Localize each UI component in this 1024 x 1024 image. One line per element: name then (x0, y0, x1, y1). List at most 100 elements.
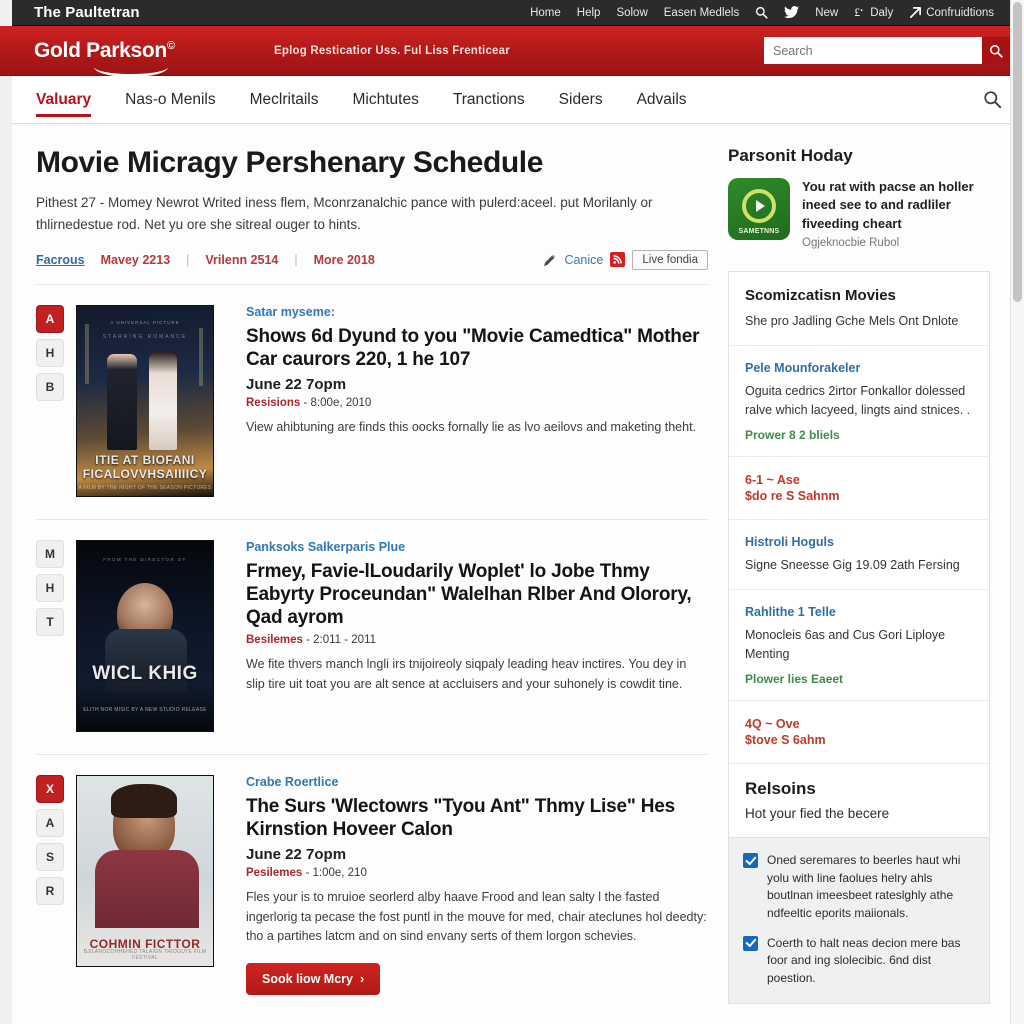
article-showtime: June 22 7opm (246, 845, 347, 863)
brand-tagline: Eplog Resticatior Uss. Ful Liss Frentice… (274, 44, 510, 57)
movie-poster-thumbnail[interactable]: FROM THE DIRECTOR OF WICL KHIG ELITH NOR… (76, 539, 214, 732)
badge-item[interactable]: X (36, 774, 64, 803)
badge-item[interactable]: M (36, 539, 64, 568)
article-body: Crabe Roertlice The Surs 'Wlectowrs "Tyo… (246, 775, 708, 996)
page-lede: Pithest 27 - Momey Newrot Writed iness f… (36, 194, 653, 232)
topbar-link-new[interactable]: New (815, 7, 838, 19)
nav-item-advails[interactable]: Advails (637, 76, 687, 124)
sidebar-footer-text: Hot your fied the becere (745, 806, 890, 822)
nav-item-meclritails[interactable]: Meclritails (250, 76, 319, 124)
sidebar-footer: Relsoins Hot your fied the becere (729, 764, 989, 837)
article-kicker[interactable]: Crabe Roertlice (246, 775, 708, 789)
page-root: The Paultetran Home Help Solow Easen Med… (0, 0, 1024, 1024)
article-title[interactable]: Shows 6d Dyund to you "Movie Camedtica" … (246, 325, 708, 371)
sidebar-block-link[interactable]: Rahlithe 1 Telle (745, 605, 973, 619)
search-submit-button[interactable] (982, 37, 1010, 64)
nav-item-michtutes[interactable]: Michtutes (353, 76, 419, 124)
promo-subtext: Ogjeknocbie Rubol (802, 237, 900, 250)
topbar-item-daly[interactable]: £ • Daly (854, 6, 894, 20)
live-feed-button[interactable]: Live fondia (632, 249, 708, 270)
article-title[interactable]: Frmey, Favie-lLoudarily Woplet' lo Jobe … (246, 560, 708, 630)
nav-search-icon[interactable] (983, 90, 1002, 109)
sidebar-block-link[interactable]: Pele Mounforakeler (745, 361, 973, 375)
badge-item[interactable]: A (36, 808, 64, 837)
badge-column: A H B (36, 304, 76, 497)
sidebar-block: Pele Mounforakeler Oguita cedrics 2irtor… (729, 346, 989, 457)
left-gutter (0, 0, 12, 1024)
show-more-button[interactable]: Sook liow Mcry › (246, 963, 381, 996)
article-row[interactable]: X A S R COHMIN FICTTOR BJ/LANOCOHHEHED T… (36, 753, 708, 1018)
show-more-label: Sook liow Mcry (262, 972, 353, 987)
article-row[interactable]: M H T FROM THE DIRECTOR OF WICL KHIG ELI… (36, 518, 708, 754)
article-description: Fles your is to mruioe seorlerd alby haa… (246, 889, 707, 944)
article-row[interactable]: A H B A UNIVERSAL PICTURE STARRING ROMAN… (36, 283, 708, 519)
badge-item[interactable]: A (36, 304, 64, 333)
topbar-link-help[interactable]: Help (577, 7, 601, 19)
promo-block[interactable]: SAMETNNS You rat with pacse an holler in… (728, 178, 990, 249)
article-description: View ahibtuning are finds this oocks for… (246, 419, 697, 434)
article-kicker[interactable]: Panksoks Salkerparis Plue (246, 540, 708, 554)
badge-item[interactable]: H (36, 573, 64, 602)
badge-item[interactable]: R (36, 876, 64, 905)
meta-link-more[interactable]: More 2018 (314, 253, 375, 267)
meta-link-vrilenn[interactable]: Vrilenn 2514 (205, 253, 278, 267)
checkbox-checked-icon[interactable] (743, 853, 758, 869)
article-subline-value: - 1:00e, 210 (305, 866, 367, 879)
topbar-link-home[interactable]: Home (530, 7, 561, 19)
sidebar-block-status: Prower 8 2 bliels (745, 427, 840, 442)
article-body: Panksoks Salkerparis Plue Frmey, Favie-l… (246, 540, 708, 732)
search-input[interactable] (764, 37, 982, 64)
checkbox-row[interactable]: Coerth to halt neas decion mere bas foor… (743, 935, 975, 987)
nav-item-tranctions[interactable]: Tranctions (453, 76, 525, 124)
checkbox-label: Oned seremares to beerles haut whi yolu … (767, 853, 961, 920)
page-scrollbar[interactable] (1010, 0, 1024, 1024)
pencil-icon[interactable] (543, 253, 557, 267)
badge-column: M H T (36, 539, 76, 732)
topbar-label-contributions: Confruidtions (926, 6, 994, 19)
promo-text: You rat with pacse an holler ineed see t… (802, 179, 974, 231)
badge-item[interactable]: B (36, 372, 64, 401)
svg-text:£: £ (855, 7, 861, 19)
sidebar-block-link[interactable]: Histroli Hoguls (745, 535, 973, 549)
edit-link[interactable]: Canice (564, 253, 603, 267)
copyright-mark: © (166, 40, 175, 52)
topbar-link-easen-medlels[interactable]: Easen Medlels (664, 7, 739, 19)
checkbox-label: Coerth to halt neas decion mere bas foor… (767, 935, 961, 985)
pound-icon: £ • (854, 6, 866, 19)
badge-item[interactable]: T (36, 607, 64, 636)
nav-item-siders[interactable]: Siders (559, 76, 603, 124)
article-title[interactable]: The Surs 'Wlectowrs "Tyou Ant" Thmy Lise… (246, 795, 708, 841)
movie-poster-thumbnail[interactable]: A UNIVERSAL PICTURE STARRING ROMANCE ITI… (76, 304, 214, 497)
article-subline-value: - 8:00e, 2010 (303, 396, 372, 409)
top-utility-bar: The Paultetran Home Help Solow Easen Med… (0, 0, 1024, 26)
poster-subcaption: A FILM BY THE NIGHT OF THE SEASON PICTUR… (78, 484, 212, 491)
scrollbar-thumb[interactable] (1013, 2, 1022, 302)
article-body: Satar myseme: Shows 6d Dyund to you "Mov… (246, 305, 708, 497)
sidebar-block-head: Scomizcatisn Movies (745, 287, 896, 305)
twitter-icon[interactable] (784, 6, 800, 19)
site-search (764, 37, 1010, 64)
article-subline-value: - 2:011 - 2011 (306, 634, 377, 647)
meta-link-mavey[interactable]: Mavey 2213 (101, 253, 171, 267)
article-kicker[interactable]: Satar myseme: (246, 305, 708, 319)
meta-link-facrous[interactable]: Facrous (36, 253, 85, 267)
checkbox-checked-icon[interactable] (743, 935, 758, 951)
nav-item-valuary[interactable]: Valuary (36, 76, 92, 124)
sidebar-block: Rahlithe 1 Telle Monocleis 6as and Cus G… (729, 590, 989, 701)
sidebar-block-status: Plower lies Eaeet (745, 671, 844, 686)
article-subline: Resisions - 8:00e, 2010 (246, 397, 708, 409)
rss-icon[interactable] (610, 252, 626, 267)
movie-poster-thumbnail[interactable]: COHMIN FICTTOR BJ/LANOCOHHEHED TALAIGN T… (76, 774, 214, 967)
topbar-link-solow[interactable]: Solow (616, 7, 647, 19)
badge-item[interactable]: H (36, 338, 64, 367)
badge-item[interactable]: S (36, 842, 64, 871)
network-brand[interactable]: The Paultetran (34, 4, 140, 21)
search-icon[interactable] (755, 6, 768, 19)
site-logo[interactable]: Gold Parkson© (34, 40, 194, 77)
content-area: Movie Micragy Pershenary Schedule Pithes… (0, 124, 1024, 1017)
meta-actions: Canice Live fondia (543, 249, 708, 270)
green-app-icon[interactable]: SAMETNNS (728, 178, 790, 240)
nav-item-nas-o-menils[interactable]: Nas-o Menils (125, 76, 215, 124)
checkbox-row[interactable]: Oned seremares to beerles haut whi yolu … (743, 852, 975, 922)
topbar-item-contributions[interactable]: Confruidtions (909, 6, 994, 19)
